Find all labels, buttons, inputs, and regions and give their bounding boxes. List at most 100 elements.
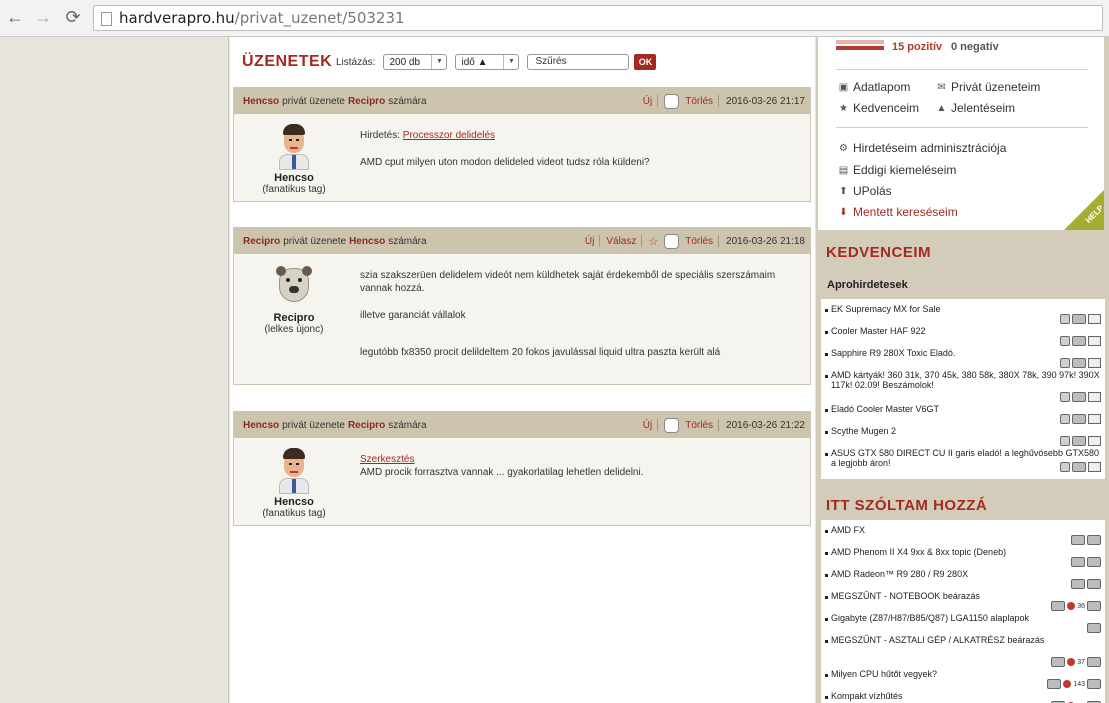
admin-icon: ⚙ xyxy=(839,142,848,154)
folder-icon[interactable] xyxy=(1087,601,1101,611)
mail-icon[interactable] xyxy=(1088,314,1101,324)
help-corner[interactable]: HELP xyxy=(1064,190,1104,230)
delete-link[interactable]: Törlés xyxy=(685,96,713,107)
profile-link[interactable]: ▣ Adatlapom xyxy=(838,80,911,94)
folder-icon[interactable] xyxy=(1051,657,1066,667)
avatar[interactable] xyxy=(276,448,312,494)
compare-icon[interactable] xyxy=(1060,392,1070,402)
back-button[interactable]: ← xyxy=(4,6,26,28)
list-item[interactable]: AMD Phenom II X4 9xx & 8xx topic (Deneb) xyxy=(821,547,1105,569)
compare-icon[interactable] xyxy=(1060,414,1070,424)
select-checkbox[interactable] xyxy=(664,93,680,109)
folder-icon[interactable] xyxy=(1072,462,1086,472)
new-link[interactable]: Új xyxy=(585,236,594,247)
folder-icon[interactable] xyxy=(1072,392,1086,402)
upload-link[interactable]: ⬆ UPolás xyxy=(838,184,891,198)
folder-icon[interactable] xyxy=(1072,414,1086,424)
edit-link[interactable]: Szerkesztés xyxy=(360,453,805,466)
folder-icon[interactable] xyxy=(1071,579,1085,589)
folder-icon[interactable] xyxy=(1087,579,1101,589)
compare-icon[interactable] xyxy=(1060,314,1070,324)
avatar[interactable] xyxy=(276,124,312,170)
list-item[interactable]: Kompakt vízhűtés 43 xyxy=(821,691,1105,703)
folder-icon[interactable] xyxy=(1087,557,1101,567)
recipient-link[interactable]: Recipro xyxy=(348,420,385,431)
mail-icon[interactable] xyxy=(1088,462,1101,472)
list-item-label: AMD kártyák! 360 31k, 370 45k, 380 58k, … xyxy=(831,370,1100,390)
private-messages-link[interactable]: ✉ Privát üzeneteim xyxy=(936,80,1040,94)
positive-rating[interactable]: 15 pozitív xyxy=(892,41,942,53)
compare-icon[interactable] xyxy=(1060,358,1070,368)
folder-icon[interactable] xyxy=(1072,358,1086,368)
list-item[interactable]: MEGSZŰNT - ASZTALI GÉP / ALKATRÉSZ beára… xyxy=(821,635,1105,669)
reports-link[interactable]: ▲ Jelentéseim xyxy=(936,101,1015,115)
select-checkbox[interactable] xyxy=(664,233,680,249)
saved-searches-link[interactable]: ⬇ Mentett kereséseim xyxy=(838,205,958,219)
select-checkbox[interactable] xyxy=(664,417,680,433)
list-item[interactable]: MEGSZŰNT - NOTEBOOK beárazás 36 xyxy=(821,591,1105,613)
saved-searches-label: Mentett kereséseim xyxy=(853,205,958,219)
list-item[interactable]: AMD Radeon™ R9 280 / R9 280X xyxy=(821,569,1105,591)
list-item[interactable]: AMD kártyák! 360 31k, 370 45k, 380 58k, … xyxy=(821,370,1105,404)
compare-icon[interactable] xyxy=(1060,436,1070,446)
list-item[interactable]: Gigabyte (Z87/H87/B85/Q87) LGA1150 alapl… xyxy=(821,613,1105,635)
filter-input[interactable]: Szűrés xyxy=(527,54,630,70)
star-icon[interactable]: ☆ xyxy=(648,235,658,248)
mail-icon[interactable] xyxy=(1088,336,1101,346)
avatar[interactable] xyxy=(276,264,312,310)
mail-icon[interactable] xyxy=(1088,392,1101,402)
user-name[interactable]: Hencso xyxy=(234,496,354,508)
list-item[interactable]: Scythe Mugen 2 xyxy=(821,426,1105,448)
folder-icon[interactable] xyxy=(1071,557,1085,567)
recipient-link[interactable]: Recipro xyxy=(348,96,385,107)
list-item[interactable]: Eladó Cooler Master V6GT xyxy=(821,404,1105,426)
recipient-link[interactable]: Hencso xyxy=(349,236,385,247)
folder-icon[interactable] xyxy=(1051,601,1066,611)
negative-rating[interactable]: 0 negatív xyxy=(951,41,999,53)
folder-icon[interactable] xyxy=(1087,623,1101,633)
mail-icon[interactable] xyxy=(1088,436,1101,446)
new-link[interactable]: Új xyxy=(643,96,652,107)
compare-icon[interactable] xyxy=(1060,462,1070,472)
sort-select[interactable]: idő ▲ ▼ xyxy=(455,54,520,70)
list-item[interactable]: Sapphire R9 280X Toxic Eladó. xyxy=(821,348,1105,370)
address-bar[interactable]: hardverapro.hu/privat_uzenet/503231 xyxy=(93,5,1103,31)
message-header: Hencso privát üzenete Recipro számára Új… xyxy=(234,88,810,114)
folder-icon[interactable] xyxy=(1087,535,1101,545)
user-name[interactable]: Recipro xyxy=(234,312,354,324)
delete-link[interactable]: Törlés xyxy=(685,236,713,247)
favorites-link[interactable]: ★ Kedvenceim xyxy=(838,101,919,115)
highlights-link[interactable]: ▤ Eddigi kiemeléseim xyxy=(838,163,957,177)
folder-icon[interactable] xyxy=(1087,657,1101,667)
new-link[interactable]: Új xyxy=(643,420,652,431)
reload-button[interactable]: ⟳ xyxy=(62,6,84,28)
folder-icon[interactable] xyxy=(1071,535,1085,545)
forward-button[interactable]: → xyxy=(32,6,54,28)
mail-icon[interactable] xyxy=(1088,414,1101,424)
delete-link[interactable]: Törlés xyxy=(685,420,713,431)
mail-icon[interactable] xyxy=(1088,358,1101,368)
ad-admin-link[interactable]: ⚙ Hirdetéseim adminisztrációja xyxy=(838,141,1006,155)
folder-icon[interactable] xyxy=(1072,336,1086,346)
list-item[interactable]: AMD FX xyxy=(821,525,1105,547)
sender-link[interactable]: Recipro xyxy=(243,236,280,247)
page-icon xyxy=(101,12,112,26)
folder-icon[interactable] xyxy=(1072,436,1086,446)
sender-link[interactable]: Hencso xyxy=(243,96,279,107)
list-item[interactable]: ASUS GTX 580 DIRECT CU II garis eladó! a… xyxy=(821,448,1105,474)
user-name[interactable]: Hencso xyxy=(234,172,354,184)
count-select[interactable]: 200 db ▼ xyxy=(383,54,448,70)
compare-icon[interactable] xyxy=(1060,336,1070,346)
ad-link[interactable]: Processzor delidelés xyxy=(403,130,495,141)
folder-icon[interactable] xyxy=(1087,679,1101,689)
ok-button[interactable]: OK xyxy=(634,54,657,70)
list-item[interactable]: EK Supremacy MX for Sale xyxy=(821,304,1105,326)
list-item[interactable]: Milyen CPU hűtőt vegyek? 143 xyxy=(821,669,1105,691)
folder-icon[interactable] xyxy=(1072,314,1086,324)
user-rank: (fanatikus tag) xyxy=(262,184,326,195)
sender-link[interactable]: Hencso xyxy=(243,420,279,431)
reply-link[interactable]: Válasz xyxy=(606,236,636,247)
list-item[interactable]: Cooler Master HAF 922 xyxy=(821,326,1105,348)
folder-icon[interactable] xyxy=(1047,679,1062,689)
header-text: számára xyxy=(388,95,427,107)
